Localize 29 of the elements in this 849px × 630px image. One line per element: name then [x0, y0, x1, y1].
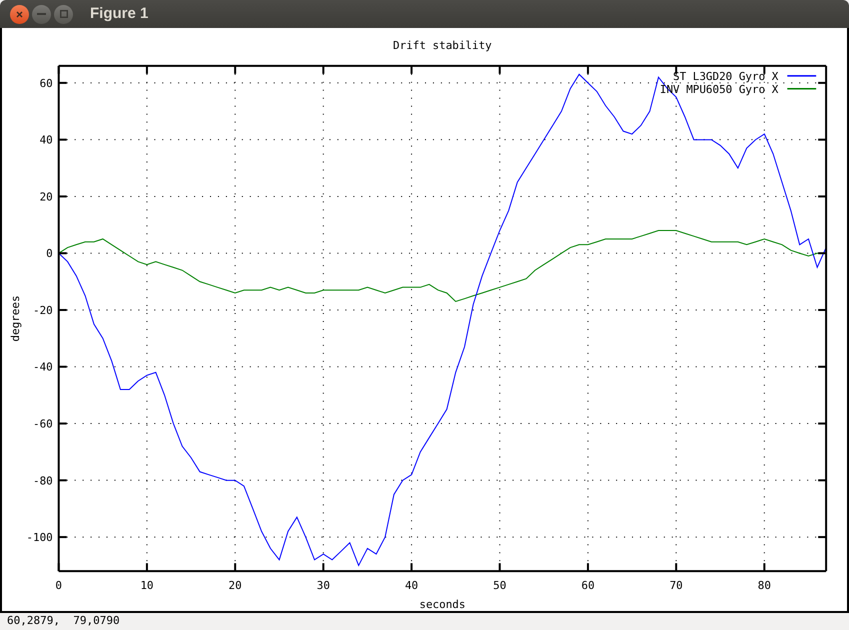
maximize-icon — [60, 10, 68, 18]
minimize-button[interactable] — [32, 4, 51, 24]
tick-label: 80 — [758, 579, 771, 592]
tick-label: -60 — [33, 418, 53, 431]
chart-title: Drift stability — [393, 38, 492, 52]
tick-label: 60 — [40, 76, 53, 90]
axis-label: seconds — [419, 598, 466, 611]
tick-label: 20 — [40, 190, 53, 204]
tick-label: -20 — [33, 304, 53, 317]
tick-label: 0 — [46, 247, 53, 260]
tick-label: 60 — [581, 579, 595, 592]
axis-label: degrees — [8, 295, 22, 342]
tick-label: -80 — [33, 474, 53, 488]
tick-label: 70 — [670, 579, 683, 592]
tick-label: 50 — [493, 579, 506, 592]
tick-label: 0 — [55, 579, 62, 592]
tick-label: 30 — [316, 579, 330, 592]
tick-label: -40 — [33, 360, 53, 374]
maximize-button[interactable] — [54, 4, 73, 24]
tick-label: 20 — [228, 579, 242, 592]
close-button[interactable] — [10, 4, 29, 24]
window-title: Figure 1 — [90, 4, 148, 24]
close-icon — [16, 10, 23, 18]
tick-label: 40 — [40, 134, 53, 147]
minimize-icon — [37, 13, 46, 15]
tick-label: 10 — [140, 579, 154, 592]
tick-label: 40 — [404, 579, 418, 592]
tick-label: -100 — [26, 531, 53, 544]
status-text: 60,2879, 79,0790 — [7, 613, 120, 630]
